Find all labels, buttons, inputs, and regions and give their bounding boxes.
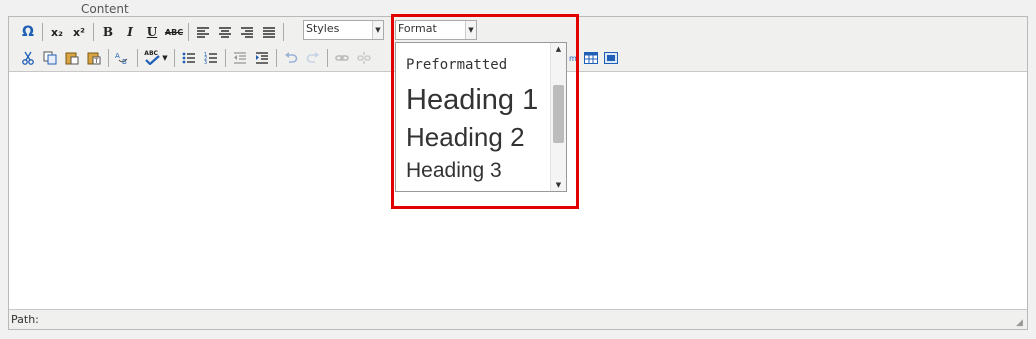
chevron-down-icon[interactable]: ▼ — [372, 21, 383, 39]
justify-icon — [263, 27, 275, 38]
paste-text-icon: T — [87, 52, 101, 65]
format-option-preformatted[interactable]: Preformatted — [406, 58, 538, 86]
toolbar-divider — [276, 49, 277, 67]
numbered-list-button[interactable]: 123 — [201, 48, 221, 68]
paste-button[interactable] — [62, 48, 82, 68]
table-icon — [584, 52, 598, 64]
toolbar-divider — [225, 49, 226, 67]
align-center-button[interactable] — [215, 22, 235, 42]
path-label: Path: — [11, 313, 39, 326]
superscript-icon: x² — [73, 25, 85, 39]
toolbar-row-2-right: ml — [567, 48, 621, 68]
omega-icon: Ω — [22, 24, 34, 40]
bold-icon: B — [102, 25, 114, 39]
superscript-button[interactable]: x² — [69, 22, 89, 42]
undo-icon — [285, 52, 298, 63]
outdent-button[interactable] — [230, 48, 250, 68]
bullet-list-icon — [182, 52, 195, 64]
bullet-list-button[interactable] — [179, 48, 199, 68]
underline-button[interactable]: U — [142, 22, 162, 42]
table-button[interactable] — [582, 48, 600, 68]
format-select-value: Format — [398, 22, 437, 35]
html-button[interactable]: ml — [568, 48, 580, 68]
format-option-heading-1[interactable]: Heading 1 — [406, 86, 538, 124]
subscript-icon: x₂ — [51, 25, 63, 39]
unlink-icon — [357, 52, 371, 64]
content-label: Content — [81, 2, 129, 16]
redo-icon — [306, 52, 319, 63]
status-bar: Path: ◢ — [9, 309, 1027, 329]
justify-button[interactable] — [259, 22, 279, 42]
format-option-heading-2[interactable]: Heading 2 — [406, 124, 538, 160]
clipboard-icon — [65, 52, 79, 65]
toolbar-row-1: Ω x₂ x² B I U ABC — [17, 20, 287, 44]
svg-text:A: A — [115, 52, 120, 60]
align-left-button[interactable] — [193, 22, 213, 42]
format-select[interactable]: Format ▼ — [395, 20, 477, 40]
spellcheck-icon: ABC — [144, 50, 161, 65]
toolbar-divider — [283, 23, 284, 41]
italic-icon: I — [127, 25, 133, 39]
toolbar-row-2: T AB ABC ▼ 123 — [17, 46, 375, 70]
scroll-up-icon[interactable]: ▲ — [551, 43, 566, 55]
svg-text:T: T — [94, 58, 99, 65]
subscript-button[interactable]: x₂ — [47, 22, 67, 42]
scissors-icon — [22, 51, 34, 65]
italic-button[interactable]: I — [120, 22, 140, 42]
toolbar-divider — [108, 49, 109, 67]
copy-icon — [43, 51, 57, 65]
styles-select[interactable]: Styles ▼ — [303, 20, 384, 40]
chevron-down-icon[interactable]: ▼ — [162, 54, 167, 62]
align-center-icon — [219, 27, 231, 38]
editor-toolbar: Ω x₂ x² B I U ABC Styles ▼ Format ▼ T A … — [9, 17, 1027, 192]
indent-button[interactable] — [252, 48, 272, 68]
indent-icon — [256, 52, 268, 64]
resize-grip-icon[interactable]: ◢ — [1016, 318, 1026, 328]
dropdown-scrollbar[interactable]: ▲ ▼ — [550, 43, 566, 191]
unlink-button[interactable] — [354, 48, 374, 68]
format-option-heading-3[interactable]: Heading 3 — [406, 160, 538, 188]
strikethrough-button[interactable]: ABC — [164, 22, 184, 42]
fullscreen-icon — [604, 52, 618, 64]
spellcheck-button[interactable]: ABC ▼ — [142, 48, 170, 68]
format-option-address[interactable]: Address — [406, 43, 538, 52]
undo-button[interactable] — [281, 48, 301, 68]
align-left-icon — [197, 27, 209, 38]
align-right-button[interactable] — [237, 22, 257, 42]
outdent-icon — [234, 52, 246, 64]
toolbar-divider — [42, 23, 43, 41]
chevron-down-icon[interactable]: ▼ — [465, 21, 476, 39]
strikethrough-icon: ABC — [164, 27, 184, 37]
link-icon — [335, 55, 349, 61]
html-icon: ml — [568, 53, 579, 63]
rich-text-editor: Ω x₂ x² B I U ABC Styles ▼ Format ▼ T A … — [8, 16, 1028, 330]
toolbar-divider — [188, 23, 189, 41]
toolbar-divider — [137, 49, 138, 67]
scroll-down-icon[interactable]: ▼ — [551, 179, 566, 191]
find-replace-button[interactable]: AB — [113, 48, 133, 68]
svg-text:3: 3 — [204, 60, 207, 64]
redo-button[interactable] — [303, 48, 323, 68]
format-dropdown: Address Preformatted Heading 1 Heading 2… — [395, 42, 567, 192]
link-button[interactable] — [332, 48, 352, 68]
styles-select-value: Styles — [306, 22, 340, 35]
toolbar-divider — [327, 49, 328, 67]
copy-button[interactable] — [40, 48, 60, 68]
scrollbar-thumb[interactable] — [553, 85, 564, 143]
special-char-button[interactable]: Ω — [18, 22, 38, 42]
bold-button[interactable]: B — [98, 22, 118, 42]
align-right-icon — [241, 27, 253, 38]
toolbar-divider — [93, 23, 94, 41]
fullscreen-button[interactable] — [602, 48, 620, 68]
format-dropdown-list: Address Preformatted Heading 1 Heading 2… — [406, 43, 538, 188]
toolbar-divider — [174, 49, 175, 67]
numbered-list-icon: 123 — [204, 52, 217, 64]
underline-icon: U — [146, 25, 158, 39]
cut-button[interactable] — [18, 48, 38, 68]
paste-text-button[interactable]: T — [84, 48, 104, 68]
find-replace-icon: AB — [115, 52, 128, 65]
